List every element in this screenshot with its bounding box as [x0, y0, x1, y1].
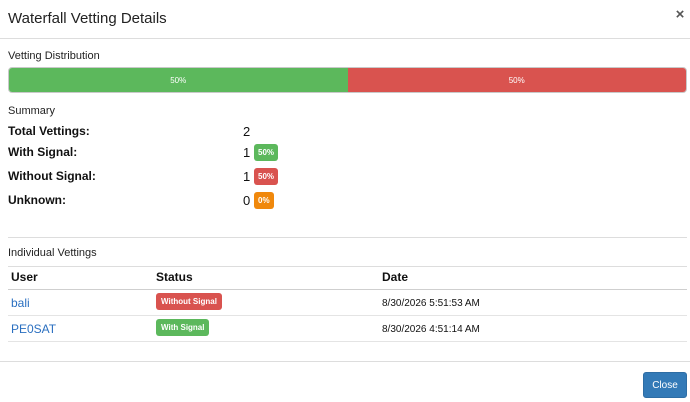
summary-value: 0: [243, 193, 251, 208]
vettings-table: User Status Date bali Without Signal 8/3…: [8, 266, 687, 342]
summary-row-without-signal: Without Signal: 1 50%: [8, 168, 408, 189]
summary-value: 1: [243, 145, 251, 160]
summary-label: Total Vettings:: [8, 124, 90, 138]
column-header-date: Date: [382, 270, 409, 284]
section-divider: [8, 237, 687, 238]
user-link[interactable]: PE0SAT: [11, 322, 56, 336]
status-badge: 50%: [254, 168, 279, 185]
status-badge: With Signal: [156, 319, 210, 336]
summary-row-unknown: Unknown: 0 0%: [8, 192, 408, 213]
vetting-date: 8/30/2026 4:51:14 AM: [382, 324, 480, 335]
vetting-date: 8/30/2026 5:51:53 AM: [382, 298, 480, 309]
status-badge: Without Signal: [156, 293, 222, 310]
summary-value: 1: [243, 169, 251, 184]
summary-value: 2: [243, 124, 251, 139]
distribution-title: Vetting Distribution: [8, 50, 100, 62]
progress-segment-without-signal: 50%: [347, 68, 686, 92]
summary-label: Without Signal:: [8, 169, 96, 183]
summary-title: Summary: [8, 105, 56, 117]
table-row: bali Without Signal 8/30/2026 5:51:53 AM: [8, 290, 687, 316]
modal-header: Waterfall Vetting Details ×: [0, 0, 690, 39]
modal-title: Waterfall Vetting Details: [8, 10, 167, 27]
summary-label: With Signal:: [8, 145, 78, 159]
table-row: PE0SAT With Signal 8/30/2026 4:51:14 AM: [8, 316, 687, 342]
distribution-progress-bar: 50% 50%: [8, 67, 687, 93]
summary-label: Unknown:: [8, 193, 66, 207]
column-header-status: Status: [156, 270, 193, 284]
summary-row-with-signal: With Signal: 1 50%: [8, 144, 408, 165]
individual-vettings-title: Individual Vettings: [8, 247, 97, 259]
column-header-user: User: [11, 270, 38, 284]
table-header: User Status Date: [8, 266, 687, 290]
status-badge: 0%: [254, 192, 274, 209]
vetting-details-modal: Waterfall Vetting Details × Vetting Dist…: [0, 0, 690, 402]
footer-divider: [0, 361, 690, 362]
status-badge: 50%: [254, 144, 279, 161]
user-link[interactable]: bali: [11, 296, 30, 310]
progress-segment-with-signal: 50%: [9, 68, 348, 92]
close-icon[interactable]: ×: [673, 6, 687, 24]
close-button[interactable]: Close: [643, 372, 687, 398]
summary-row-total: Total Vettings: 2: [8, 124, 408, 144]
